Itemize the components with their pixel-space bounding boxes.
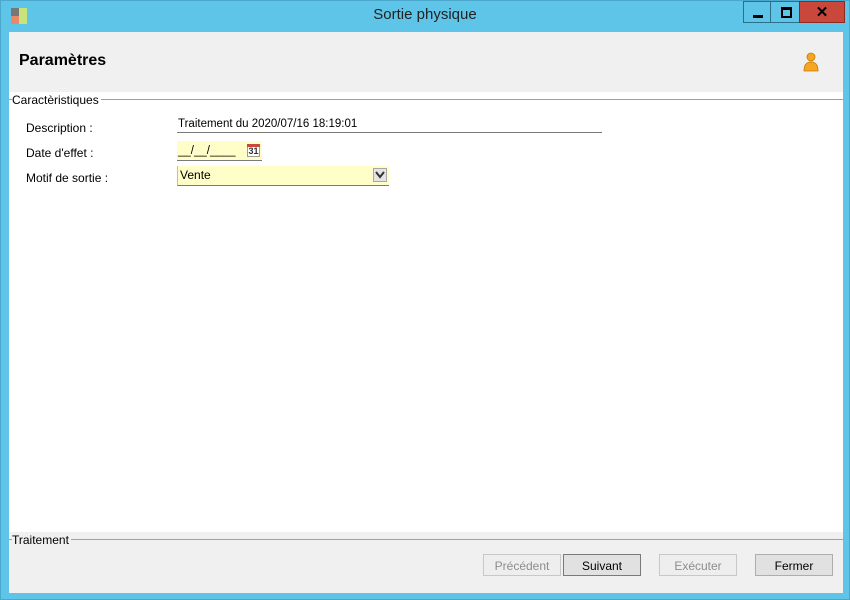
fermer-button[interactable]: Fermer: [755, 554, 833, 576]
close-icon: ✕: [815, 4, 829, 21]
description-field[interactable]: Traitement du 2020/07/16 18:19:01: [177, 116, 602, 133]
precedent-button[interactable]: Précédent: [483, 554, 561, 576]
title-bar[interactable]: Sortie physique ✕: [1, 1, 849, 31]
user-icon: [803, 52, 819, 72]
group-label-caracteristiques: Caractèristiques: [12, 93, 101, 107]
page-title: Paramètres: [19, 52, 107, 69]
chevron-down-icon[interactable]: [373, 168, 387, 182]
executer-button[interactable]: Exécuter: [659, 554, 737, 576]
group-divider: [9, 539, 843, 540]
suivant-button[interactable]: Suivant: [563, 554, 641, 576]
date-effet-value: __/__/____: [178, 145, 236, 157]
footer-panel: Traitement Précédent Suivant Exécuter Fe…: [9, 532, 843, 593]
group-divider: [9, 99, 843, 100]
motif-value: Vente: [180, 168, 211, 182]
app-window: Sortie physique ✕ Paramètres Caractèrist…: [0, 0, 850, 600]
window-title: Sortie physique: [373, 6, 477, 23]
minimize-button[interactable]: [743, 1, 771, 23]
group-label-traitement: Traitement: [12, 533, 71, 547]
header-panel: Paramètres: [9, 32, 843, 92]
description-label: Description :: [26, 121, 93, 135]
minimize-icon: [753, 15, 763, 18]
date-effet-label: Date d'effet :: [26, 146, 94, 160]
date-effet-field[interactable]: __/__/____ 31: [177, 141, 262, 161]
calendar-icon[interactable]: 31: [247, 144, 260, 157]
maximize-icon: [781, 7, 792, 18]
dialog-body: Paramètres Caractèristiques Description …: [9, 32, 843, 593]
motif-label: Motif de sortie :: [26, 171, 109, 185]
maximize-button[interactable]: [770, 1, 800, 23]
close-button[interactable]: ✕: [799, 1, 845, 23]
motif-select[interactable]: Vente: [177, 166, 389, 186]
